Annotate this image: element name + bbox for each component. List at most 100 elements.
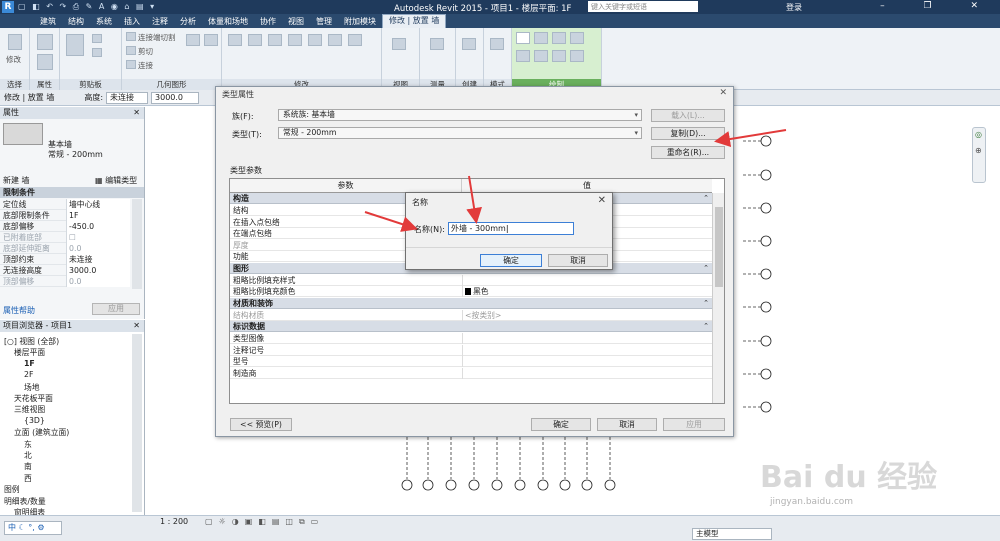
parameter-value[interactable] — [462, 333, 712, 344]
ok-button[interactable]: 确定 — [531, 418, 591, 431]
split-icon[interactable] — [348, 34, 362, 46]
scrollbar-thumb[interactable] — [715, 207, 723, 287]
close-icon[interactable]: ✕ — [598, 195, 606, 206]
prop-value[interactable]: 未连接 — [66, 254, 130, 265]
steering-wheel-icon[interactable]: ◎ — [975, 130, 982, 139]
properties-help-link[interactable]: 属性帮助 — [3, 305, 35, 316]
constraints-section[interactable]: 限制条件 — [0, 187, 144, 198]
browser-scrollbar[interactable] — [132, 334, 142, 512]
tab-architecture[interactable]: 建筑 — [34, 16, 62, 27]
align-icon[interactable] — [228, 34, 242, 46]
arc-icon[interactable] — [516, 50, 530, 62]
browser-tree-item[interactable]: 南 — [24, 461, 32, 472]
parameter-value[interactable] — [462, 344, 712, 356]
copy-icon[interactable] — [92, 34, 102, 43]
view-scale[interactable]: 1 : 200 — [160, 517, 188, 526]
close-icon[interactable]: ✕ — [133, 320, 140, 332]
tangent-arc-icon[interactable] — [534, 50, 548, 62]
properties-icon[interactable] — [37, 34, 53, 50]
collapse-icon[interactable]: ⌃ — [703, 321, 709, 332]
browser-tree-item[interactable]: 图例 — [4, 484, 20, 495]
browser-tree-item[interactable]: 东 — [24, 439, 32, 450]
type-selector-sub[interactable]: 常规 - 200mm — [48, 149, 103, 160]
trim-icon[interactable] — [328, 34, 342, 46]
cut-clipboard-icon[interactable] — [92, 48, 102, 57]
properties-scrollbar[interactable] — [132, 199, 142, 289]
move-icon[interactable] — [288, 34, 302, 46]
active-workset-select[interactable]: 主模型 — [692, 528, 772, 540]
polygon-icon[interactable] — [552, 32, 566, 44]
height-input[interactable]: 3000.0 — [151, 91, 200, 104]
browser-tree-item[interactable]: 三维视图 — [14, 404, 45, 415]
quick-access-toolbar[interactable]: ▢ ◧ ↶ ↷ ⎙ ✎ A ◉ ⌂ ▤ ▾ — [18, 2, 156, 12]
prop-value[interactable]: 墙中心线 — [66, 199, 130, 210]
table-row[interactable]: 注释记号 — [230, 344, 712, 356]
close-icon[interactable]: ✕ — [719, 88, 727, 98]
paint-icon[interactable] — [204, 34, 218, 46]
height-select[interactable]: 未连接 — [106, 91, 149, 104]
mode-icon[interactable] — [490, 38, 504, 50]
edit-type-button[interactable]: ▦ 编辑类型 — [95, 175, 137, 186]
prop-value[interactable]: 1F — [66, 210, 130, 221]
wall-joins-icon[interactable] — [186, 34, 200, 46]
modify-cursor-icon[interactable] — [8, 34, 22, 50]
properties-apply-button[interactable]: 应用 — [92, 303, 140, 315]
table-row[interactable]: 粗略比例填充颜色 黑色 — [230, 286, 712, 297]
parameter-value[interactable]: 黑色 — [462, 286, 712, 297]
type-properties-icon[interactable] — [37, 54, 53, 70]
parameter-group[interactable]: 材质和装饰 ⌃ — [230, 297, 712, 309]
cope-icon[interactable] — [126, 32, 136, 41]
prop-row[interactable]: 底部偏移 -450.0 — [0, 221, 130, 232]
navigation-bar[interactable]: ◎ ⊕ — [972, 127, 986, 183]
browser-tree-item[interactable]: 北 — [24, 450, 32, 461]
table-row[interactable]: 制造商 — [230, 367, 712, 379]
view-icon[interactable] — [392, 38, 406, 50]
tab-analyze[interactable]: 分析 — [174, 16, 202, 27]
search-input[interactable]: 键入关键字或短语 — [588, 1, 698, 12]
tab-modify-place-wall[interactable]: 修改 | 放置 墙 — [382, 14, 447, 28]
login-button[interactable]: 登录 — [786, 2, 802, 13]
tab-insert[interactable]: 插入 — [118, 16, 146, 27]
browser-tree-item[interactable]: 天花板平面 — [14, 393, 53, 404]
cut-geometry-icon[interactable] — [126, 46, 136, 55]
table-row[interactable]: 型号 — [230, 356, 712, 367]
application-menu-button[interactable]: R — [2, 1, 14, 13]
browser-tree-item[interactable]: [○] 视图 (全部) — [4, 336, 59, 347]
close-icon[interactable]: ✕ — [133, 107, 140, 119]
parameter-group[interactable]: 标识数据 ⌃ — [230, 321, 712, 332]
collapse-icon[interactable]: ⌃ — [703, 263, 709, 274]
cancel-button[interactable]: 取消 — [548, 254, 608, 267]
tab-massing-site[interactable]: 体量和场地 — [202, 16, 254, 27]
window-controls[interactable]: – ❐ ✕ — [880, 1, 996, 11]
preview-button[interactable]: << 预览(P) — [230, 418, 292, 431]
browser-tree-item[interactable]: 楼层平面 — [14, 347, 45, 358]
tab-systems[interactable]: 系统 — [90, 16, 118, 27]
parameter-value[interactable] — [462, 274, 712, 286]
parameter-value[interactable] — [462, 356, 712, 367]
join-icon[interactable] — [126, 60, 136, 69]
prop-row[interactable]: 定位线 墙中心线 — [0, 199, 130, 210]
load-button[interactable]: 载入(L)... — [651, 109, 725, 122]
tab-structure[interactable]: 结构 — [62, 16, 90, 27]
browser-tree-item[interactable]: 西 — [24, 473, 32, 484]
pick-lines-icon[interactable] — [570, 50, 584, 62]
rotate-icon[interactable] — [308, 34, 322, 46]
offset-icon[interactable] — [248, 34, 262, 46]
tab-annotate[interactable]: 注释 — [146, 16, 174, 27]
line-icon[interactable] — [516, 32, 530, 44]
prop-value[interactable]: 3000.0 — [66, 265, 130, 276]
tab-manage[interactable]: 管理 — [310, 16, 338, 27]
duplicate-button[interactable]: 复制(D)... — [651, 127, 725, 140]
rename-button[interactable]: 重命名(R)... — [651, 146, 725, 159]
browser-tree-item[interactable]: 明细表/数量 — [4, 496, 46, 507]
create-group-icon[interactable] — [462, 38, 476, 50]
paste-icon[interactable] — [66, 34, 84, 56]
table-row[interactable]: 类型图像 — [230, 333, 712, 344]
browser-tree-item[interactable]: 立面 (建筑立面) — [14, 427, 69, 438]
prop-row[interactable]: 顶部约束 未连接 — [0, 254, 130, 265]
circle-icon[interactable] — [570, 32, 584, 44]
table-scrollbar[interactable] — [712, 193, 724, 403]
browser-tree-item[interactable]: 场地 — [24, 382, 40, 393]
zoom-icon[interactable]: ⊕ — [975, 146, 982, 155]
prop-value[interactable]: -450.0 — [66, 221, 130, 232]
